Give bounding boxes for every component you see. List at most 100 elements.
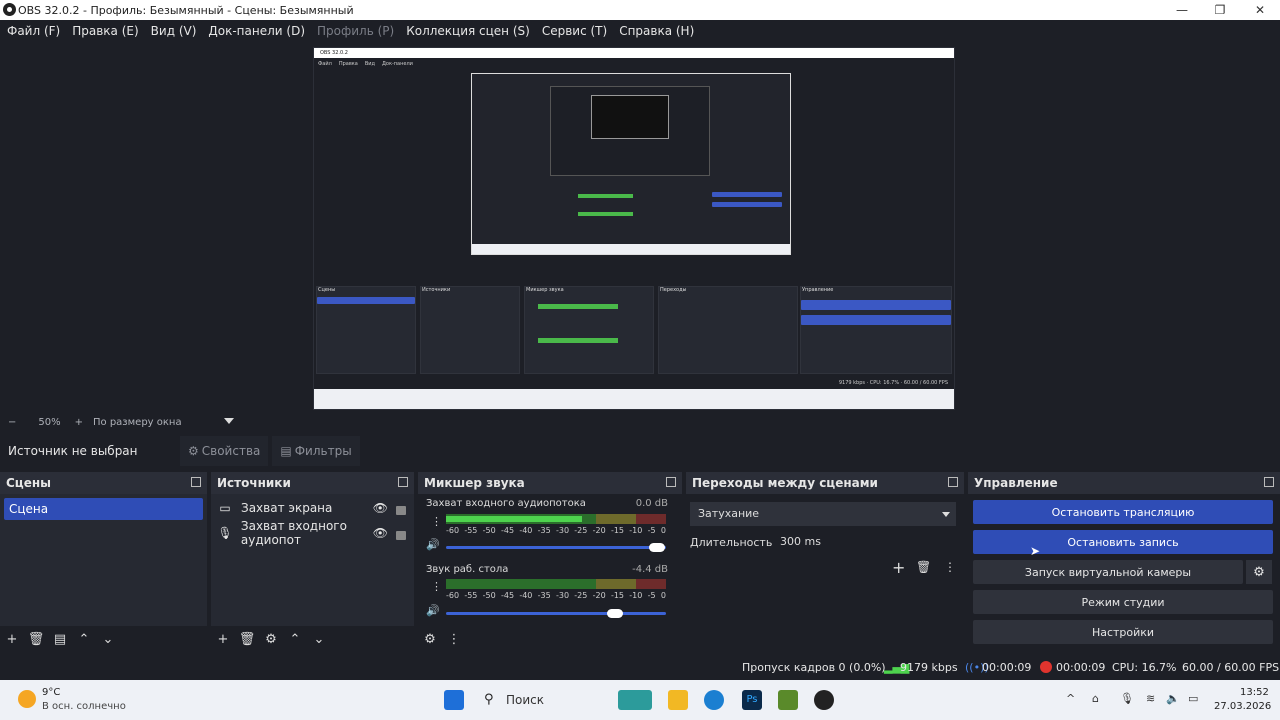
settings-button[interactable]: Настройки — [973, 620, 1273, 644]
no-source-label: Источник не выбран — [8, 444, 138, 458]
move-down-icon[interactable]: ⌄ — [96, 632, 120, 647]
zoom-mode-select[interactable]: По размеру окна — [93, 417, 182, 428]
source-item[interactable]: 🎙 Захват входного аудиопот 👁 — [215, 519, 410, 547]
duration-label: Длительность — [690, 536, 773, 549]
sources-dock-header: Источники — [211, 472, 414, 494]
bluestacks-icon[interactable] — [778, 690, 798, 710]
weather-sun-icon[interactable] — [18, 690, 36, 708]
maximize-button[interactable]: ❐ — [1200, 0, 1240, 20]
battery-icon[interactable]: ▭ — [1188, 692, 1198, 705]
add-icon[interactable]: + — [0, 632, 24, 647]
zoom-in-button[interactable]: + — [75, 417, 83, 428]
kebab-menu-icon[interactable]: ⋮ — [431, 515, 442, 528]
speaker-icon[interactable]: 🔊 — [426, 604, 440, 617]
transition-select[interactable]: Затухание — [690, 502, 956, 526]
stop-record-button[interactable]: Остановить запись — [973, 530, 1273, 554]
virtual-camera-button[interactable]: Запуск виртуальной камеры — [973, 560, 1243, 584]
obs-taskbar-icon[interactable] — [814, 690, 834, 710]
obs-logo-icon — [3, 3, 16, 16]
menu-profile[interactable]: Профиль (P) — [317, 24, 394, 38]
title-bar: OBS 32.0.2 - Профиль: Безымянный - Сцены… — [0, 0, 1280, 20]
source-item[interactable]: ▭ Захват экрана 👁 — [215, 496, 410, 520]
kebab-menu-icon[interactable]: ⋮ — [431, 580, 442, 593]
widget-icon[interactable] — [618, 690, 652, 710]
undock-icon[interactable] — [398, 477, 408, 487]
duration-input[interactable]: 300 ms — [772, 530, 956, 554]
undock-icon[interactable] — [948, 477, 958, 487]
zoom-out-button[interactable]: − — [8, 417, 16, 428]
menu-view[interactable]: Вид (V) — [151, 24, 197, 38]
meter-level — [446, 516, 583, 522]
kebab-menu-icon[interactable]: ⋮ — [442, 632, 466, 647]
menu-scene-collection[interactable]: Коллекция сцен (S) — [406, 24, 530, 38]
stop-stream-label: Остановить трансляцию — [1051, 505, 1195, 519]
filters-button[interactable]: ▤ Фильтры — [272, 436, 360, 466]
clock-time[interactable]: 13:52 — [1240, 687, 1269, 698]
menu-edit[interactable]: Правка (E) — [72, 24, 138, 38]
undock-icon[interactable] — [1264, 477, 1274, 487]
properties-button[interactable]: ⚙ Свойства — [180, 436, 269, 466]
search-icon[interactable]: ⚲ — [484, 692, 494, 707]
microphone-icon: 🎙 — [217, 526, 233, 540]
wifi-icon[interactable]: ≋ — [1146, 692, 1155, 705]
controls-title: Управление — [974, 476, 1058, 490]
menu-tools[interactable]: Сервис (T) — [542, 24, 607, 38]
photoshop-icon[interactable]: Ps — [742, 690, 762, 710]
file-explorer-icon[interactable] — [668, 690, 688, 710]
controls-dock: Управление Остановить трансляцию Останов… — [968, 472, 1280, 652]
microphone-icon[interactable]: 🎙 — [1120, 692, 1134, 705]
add-icon[interactable]: + — [211, 632, 235, 647]
lock-icon[interactable] — [396, 531, 406, 540]
minimize-button[interactable]: — — [1162, 0, 1202, 20]
edge-browser-icon[interactable] — [704, 690, 724, 710]
menu-file[interactable]: Файл (F) — [7, 24, 60, 38]
sources-list: ▭ Захват экрана 👁 🎙 Захват входного ауди… — [211, 494, 414, 626]
scene-item[interactable]: Сцена — [4, 498, 203, 520]
windows-start-icon[interactable] — [444, 690, 464, 710]
scenes-toolbar: + 🗑 ▤ ⌃ ⌄ — [0, 626, 207, 652]
studio-mode-button[interactable]: Режим студии — [973, 590, 1273, 614]
volume-slider[interactable] — [446, 609, 666, 618]
move-up-icon[interactable]: ⌃ — [72, 632, 96, 647]
slider-handle[interactable] — [649, 543, 666, 552]
taskbar-search[interactable]: Поиск — [506, 693, 544, 707]
network-icon[interactable]: ⌂ — [1092, 692, 1099, 705]
properties-label: Свойства — [201, 444, 261, 458]
eye-icon[interactable]: 👁 — [373, 501, 388, 515]
status-bar: Пропуск кадров 0 (0.0%) ▂▄▆ 9179 kbps ((… — [0, 656, 1280, 678]
volume-icon[interactable]: 🔈 — [1166, 692, 1180, 705]
trash-icon[interactable]: 🗑 — [916, 560, 931, 574]
scenes-dock-header: Сцены — [0, 472, 207, 494]
duration-value: 300 ms — [780, 535, 821, 548]
move-down-icon[interactable]: ⌄ — [307, 632, 331, 647]
slider-handle[interactable] — [607, 609, 624, 618]
channel-name: Захват входного аудиопотока — [426, 498, 586, 509]
weather-desc[interactable]: В осн. солнечно — [42, 701, 126, 712]
speaker-icon[interactable]: 🔊 — [426, 538, 440, 551]
close-button[interactable]: ✕ — [1240, 0, 1280, 20]
trash-icon[interactable]: 🗑 — [24, 632, 48, 647]
chevron-down-icon[interactable] — [224, 418, 234, 424]
volume-meter — [446, 579, 666, 589]
chevron-up-icon[interactable]: ^ — [1066, 692, 1075, 705]
virtual-camera-settings-button[interactable]: ⚙ — [1246, 560, 1272, 584]
lock-icon[interactable] — [396, 506, 406, 515]
undock-icon[interactable] — [666, 477, 676, 487]
move-up-icon[interactable]: ⌃ — [283, 632, 307, 647]
filter-icon[interactable]: ▤ — [48, 632, 72, 647]
volume-meter — [446, 514, 666, 524]
gear-icon[interactable]: ⚙ — [259, 632, 283, 647]
eye-icon[interactable]: 👁 — [373, 526, 388, 540]
trash-icon[interactable]: 🗑 — [235, 632, 259, 647]
stop-stream-button[interactable]: Остановить трансляцию — [973, 500, 1273, 524]
menu-help[interactable]: Справка (H) — [619, 24, 694, 38]
transitions-dock: Переходы между сценами Затухание Длитель… — [686, 472, 964, 652]
kebab-menu-icon[interactable]: ⋮ — [944, 560, 956, 574]
clock-date[interactable]: 27.03.2026 — [1214, 701, 1271, 712]
advanced-audio-icon[interactable]: ⚙ — [418, 632, 442, 647]
volume-slider[interactable] — [446, 543, 666, 552]
menu-docks[interactable]: Док-панели (D) — [208, 24, 305, 38]
undock-icon[interactable] — [191, 477, 201, 487]
add-icon[interactable]: + — [892, 558, 905, 577]
weather-temp[interactable]: 9°C — [42, 687, 60, 698]
